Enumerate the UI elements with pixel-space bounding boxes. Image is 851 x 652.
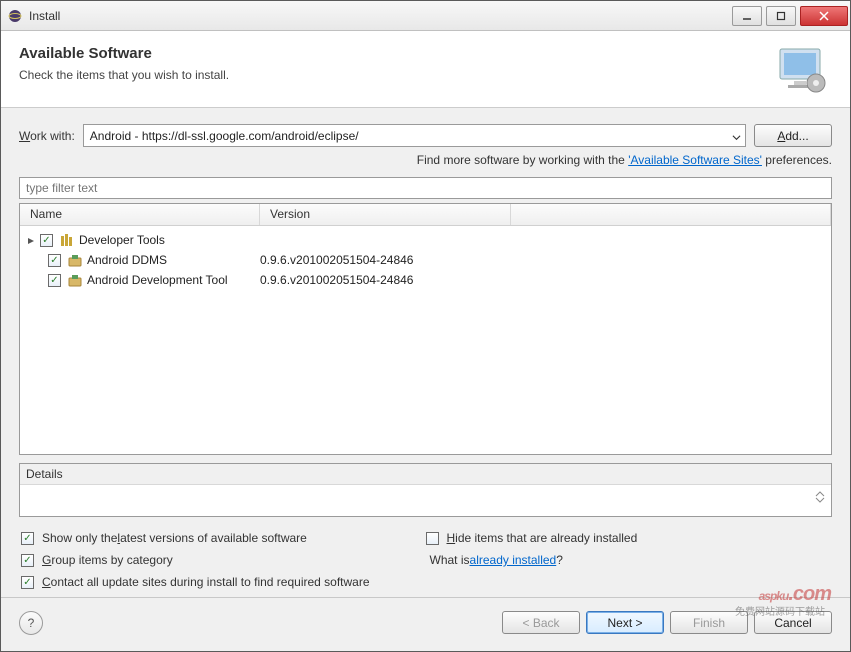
tree-header: Name Version — [20, 204, 831, 226]
titlebar: Install — [1, 1, 850, 31]
item-version: 0.9.6.v201002051504-24846 — [260, 253, 831, 267]
tree-row[interactable]: ✓ Android DDMS0.9.6.v201002051504-24846 — [20, 250, 831, 270]
options: ✓Show only the latest versions of availa… — [19, 531, 832, 589]
feature-icon — [67, 272, 83, 288]
minimize-button[interactable] — [732, 6, 762, 26]
tree-row[interactable]: ✓ Developer Tools — [20, 230, 831, 250]
expander-icon[interactable] — [26, 235, 36, 245]
eclipse-icon — [7, 8, 23, 24]
work-with-combo[interactable]: Android - https://dl-ssl.google.com/andr… — [83, 124, 746, 147]
column-version[interactable]: Version — [260, 204, 511, 225]
install-icon — [772, 45, 832, 95]
cancel-button[interactable]: Cancel — [754, 611, 832, 634]
option-row[interactable]: ✓Show only the latest versions of availa… — [21, 531, 426, 545]
option-row[interactable]: ✓Group items by category — [21, 553, 426, 567]
checkbox[interactable]: ✓ — [21, 554, 34, 567]
already-installed-link[interactable]: already installed — [470, 553, 557, 567]
work-with-label: Work with: — [19, 129, 75, 143]
category-icon — [59, 232, 75, 248]
maximize-button[interactable] — [766, 6, 796, 26]
checkbox[interactable]: ✓ — [21, 532, 34, 545]
help-button[interactable]: ? — [19, 611, 43, 635]
tree-row[interactable]: ✓ Android Development Tool0.9.6.v20100205… — [20, 270, 831, 290]
option-hide-installed[interactable]: Hide items that are already installed — [426, 531, 831, 545]
software-sites-hint: Find more software by working with the '… — [19, 153, 832, 167]
work-with-row: Work with: Android - https://dl-ssl.goog… — [19, 124, 832, 147]
window-title: Install — [29, 9, 730, 23]
next-button[interactable]: Next > — [586, 611, 664, 634]
software-tree[interactable]: Name Version ✓ Developer Tools ✓ Android DD… — [19, 203, 832, 455]
finish-button[interactable]: Finish — [670, 611, 748, 634]
column-extra — [511, 204, 831, 225]
checkbox[interactable] — [426, 532, 439, 545]
back-button[interactable]: < Back — [502, 611, 580, 634]
details-label: Details — [20, 464, 831, 485]
install-window: Install Available Software Check the ite… — [0, 0, 851, 652]
item-version: 0.9.6.v201002051504-24846 — [260, 273, 831, 287]
checkbox[interactable]: ✓ — [40, 234, 53, 247]
add-button[interactable]: Add... — [754, 124, 832, 147]
footer: ? < Back Next > Finish Cancel — [1, 597, 850, 651]
banner: Available Software Check the items that … — [1, 31, 850, 108]
work-with-value: Android - https://dl-ssl.google.com/andr… — [90, 129, 728, 143]
close-button[interactable] — [800, 6, 848, 26]
column-name[interactable]: Name — [20, 204, 260, 225]
filter-input[interactable] — [19, 177, 832, 199]
what-is-installed: What is already installed? — [430, 553, 831, 567]
option-row[interactable]: ✓Contact all update sites during install… — [21, 575, 426, 589]
item-name: Android DDMS — [87, 253, 260, 267]
checkbox[interactable]: ✓ — [21, 576, 34, 589]
available-software-sites-link[interactable]: 'Available Software Sites' — [628, 153, 762, 167]
banner-subtitle: Check the items that you wish to install… — [19, 68, 772, 82]
checkbox[interactable]: ✓ — [48, 254, 61, 267]
details-panel: Details — [19, 463, 832, 517]
chevron-down-icon — [732, 131, 741, 140]
item-name: Android Development Tool — [87, 273, 260, 287]
feature-icon — [67, 252, 83, 268]
checkbox[interactable]: ✓ — [48, 274, 61, 287]
banner-title: Available Software — [19, 45, 772, 62]
details-scroll[interactable] — [813, 491, 827, 503]
item-name: Developer Tools — [79, 233, 274, 247]
